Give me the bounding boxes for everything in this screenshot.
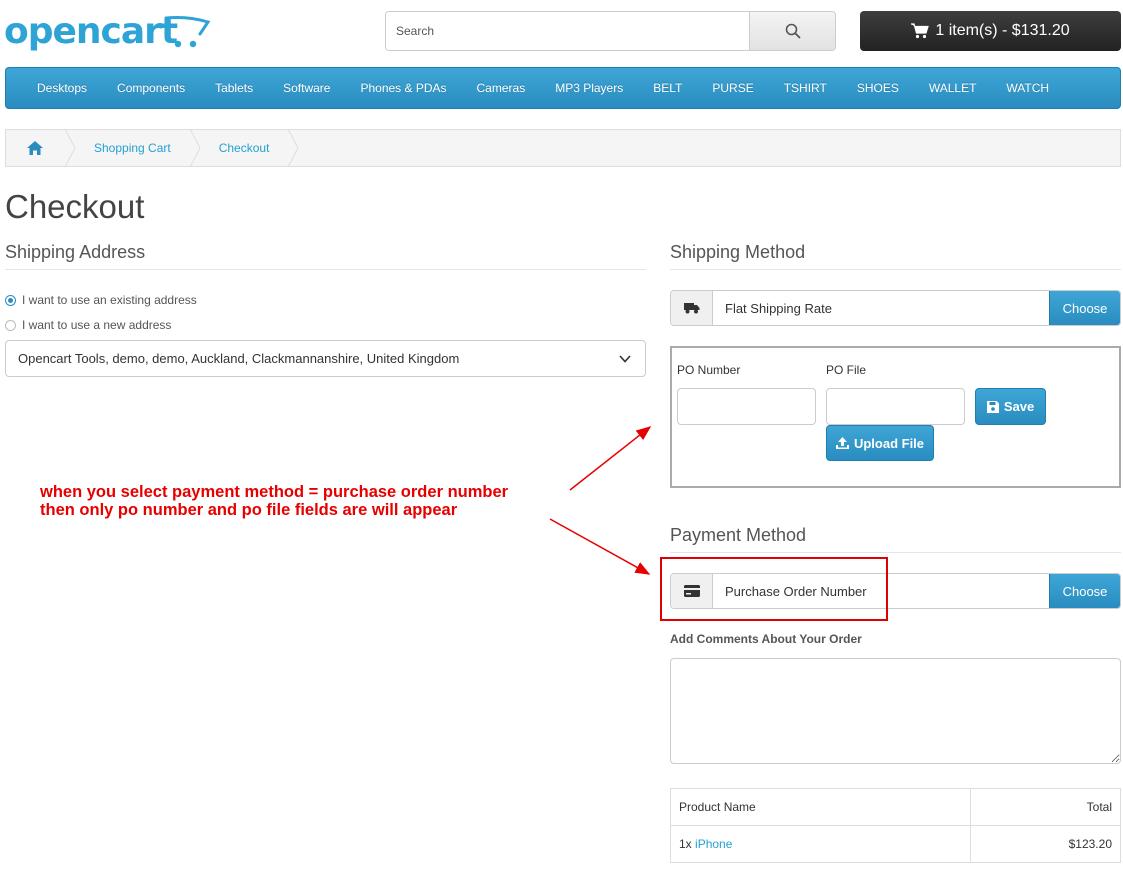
annotation-line-2: then only po number and po file fields a… xyxy=(40,501,458,519)
menu-item-mp3-players[interactable]: MP3 Players xyxy=(540,68,638,108)
new-address-option[interactable]: I want to use a new address xyxy=(5,318,171,332)
logo-text: opencart xyxy=(4,11,178,52)
menu-item-software[interactable]: Software xyxy=(268,68,345,108)
save-label: Save xyxy=(1003,399,1035,414)
address-select[interactable]: Opencart Tools, demo, demo, Auckland, Cl… xyxy=(5,340,646,377)
po-save-button[interactable]: Save xyxy=(975,388,1046,425)
product-cell: 1x iPhone xyxy=(670,825,971,863)
section-divider xyxy=(670,269,1121,270)
menu-item-cameras[interactable]: Cameras xyxy=(462,68,541,108)
new-address-label: I want to use a new address xyxy=(22,318,172,332)
shipping-choose-button[interactable]: Choose xyxy=(1049,291,1120,325)
po-number-input[interactable] xyxy=(677,388,816,425)
payment-choose-button[interactable]: Choose xyxy=(1049,574,1120,608)
breadcrumb-separator xyxy=(287,129,299,167)
menu-item-purse[interactable]: PURSE xyxy=(697,68,768,108)
comments-label: Add Comments About Your Order xyxy=(670,632,862,646)
product-total: $123.20 xyxy=(970,825,1121,863)
menu-item-desktops[interactable]: Desktops xyxy=(22,68,102,108)
order-summary-table: Product Name Total 1x iPhone $123.20 xyxy=(670,788,1121,863)
section-divider xyxy=(670,552,1121,553)
shipping-method-group: Flat Shipping Rate Choose xyxy=(670,290,1121,326)
arrow-to-payment-method xyxy=(549,518,651,575)
menu-item-wallet[interactable]: WALLET xyxy=(914,68,992,108)
upload-label: Upload File xyxy=(853,435,925,451)
breadcrumb-checkout[interactable]: Checkout xyxy=(191,129,299,167)
shipping-method-title: Shipping Method xyxy=(670,242,806,262)
table-header-row: Product Name Total xyxy=(670,788,1121,826)
chevron-down-icon xyxy=(619,354,631,363)
breadcrumb-home[interactable] xyxy=(6,129,76,167)
cart-button[interactable]: 1 item(s) - $131.20 xyxy=(860,11,1121,51)
main-menu: Desktops Components Tablets Software Pho… xyxy=(5,67,1121,109)
breadcrumb: Shopping Cart Checkout xyxy=(5,129,1121,167)
annotation-note: when you select payment method = purchas… xyxy=(40,483,508,519)
product-qty: 1x xyxy=(679,837,692,851)
menu-item-watch[interactable]: WATCH xyxy=(991,68,1064,108)
existing-address-label: I want to use an existing address xyxy=(22,293,197,307)
page-title: Checkout xyxy=(5,188,145,225)
product-link[interactable]: iPhone xyxy=(695,837,732,851)
payment-method-title: Payment Method xyxy=(670,525,807,545)
comments-textarea[interactable] xyxy=(670,658,1121,764)
search-button[interactable] xyxy=(749,12,835,50)
table-row: 1x iPhone $123.20 xyxy=(670,825,1121,863)
menu-item-components[interactable]: Components xyxy=(102,68,200,108)
opencart-logo[interactable]: opencart xyxy=(4,10,214,54)
menu-item-tablets[interactable]: Tablets xyxy=(200,68,268,108)
po-file-label: PO File xyxy=(826,363,867,377)
po-upload-button[interactable]: Upload File xyxy=(826,425,934,461)
floppy-disk-icon xyxy=(986,400,999,413)
search-bar xyxy=(385,11,836,51)
annotation-line-1: when you select payment method = purchas… xyxy=(40,483,509,501)
home-icon xyxy=(27,141,43,155)
upload-icon xyxy=(835,437,849,449)
shipping-method-value: Flat Shipping Rate xyxy=(713,291,1049,325)
search-input[interactable] xyxy=(386,12,749,50)
breadcrumb-shopping-cart-label: Shopping Cart xyxy=(94,141,171,155)
shopping-cart-icon xyxy=(911,23,930,39)
existing-address-option[interactable]: I want to use an existing address xyxy=(5,293,197,307)
credit-card-icon-addon xyxy=(671,574,713,608)
new-address-radio[interactable] xyxy=(5,319,16,331)
truck-icon xyxy=(683,303,699,314)
breadcrumb-shopping-cart[interactable]: Shopping Cart xyxy=(66,129,201,167)
credit-card-icon xyxy=(683,585,700,597)
po-number-label: PO Number xyxy=(677,363,741,377)
search-icon xyxy=(785,23,800,39)
menu-item-tshirt[interactable]: TSHIRT xyxy=(769,68,842,108)
menu-item-shoes[interactable]: SHOES xyxy=(842,68,914,108)
arrow-to-po-fields xyxy=(569,426,652,491)
menu-item-phones-pdas[interactable]: Phones & PDAs xyxy=(345,68,461,108)
po-file-input[interactable] xyxy=(826,388,965,425)
payment-method-group: Purchase Order Number Choose xyxy=(670,573,1121,609)
product-name-header: Product Name xyxy=(670,788,971,826)
shipping-address-title: Shipping Address xyxy=(5,242,146,262)
breadcrumb-checkout-label: Checkout xyxy=(218,141,270,155)
total-header: Total xyxy=(970,788,1121,826)
existing-address-radio[interactable] xyxy=(5,294,16,306)
cart-summary: 1 item(s) - $131.20 xyxy=(935,22,1070,39)
truck-icon-addon xyxy=(671,291,713,325)
payment-method-value: Purchase Order Number xyxy=(713,574,1049,608)
logo-cart-icon xyxy=(164,16,211,48)
menu-item-belt[interactable]: BELT xyxy=(638,68,697,108)
address-select-value: Opencart Tools, demo, demo, Auckland, Cl… xyxy=(18,351,460,366)
section-divider xyxy=(5,269,646,270)
po-fields-panel: PO Number PO File Save Upload File xyxy=(670,346,1121,488)
